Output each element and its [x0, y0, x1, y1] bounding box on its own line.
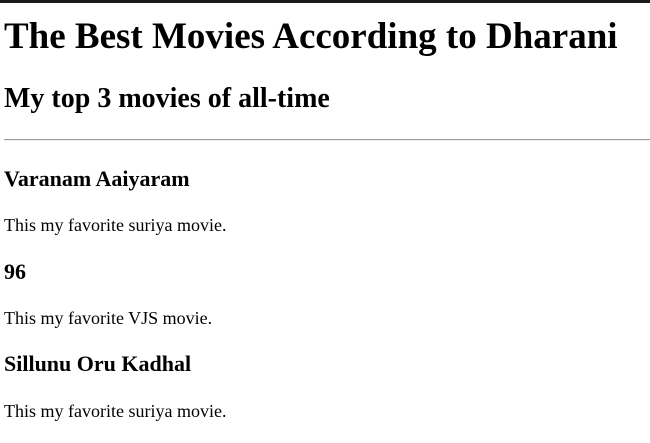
movie-title: 96 — [4, 259, 26, 284]
page: The Best Movies According to Dharani My … — [0, 0, 650, 443]
divider — [4, 139, 650, 141]
page-title: The Best Movies According to Dharani — [4, 16, 618, 57]
movie-description: This my favorite suriya movie. — [4, 215, 227, 235]
movie-title: Sillunu Oru Kadhal — [4, 351, 192, 376]
page-subtitle: My top 3 movies of all-time — [4, 83, 330, 114]
movie-title: Varanam Aaiyaram — [4, 166, 190, 191]
movie-description: This my favorite VJS movie. — [4, 308, 213, 328]
movie-description: This my favorite suriya movie. — [4, 401, 227, 421]
